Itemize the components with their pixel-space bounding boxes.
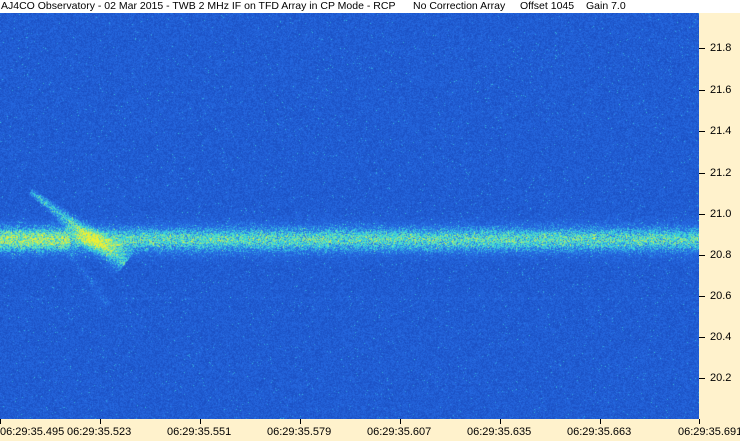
x-tick: [500, 419, 501, 424]
y-tick-label: 20.4: [710, 331, 732, 343]
y-tick: [699, 214, 705, 215]
spectrogram-plot[interactable]: [0, 13, 699, 419]
y-tick: [699, 255, 705, 256]
x-tick-label: 06:29:35.523: [67, 426, 132, 438]
y-tick-label: 20.6: [710, 290, 732, 302]
x-tick: [699, 419, 700, 424]
x-tick-label: 06:29:35.579: [267, 426, 332, 438]
y-tick-label: 20.8: [710, 249, 732, 261]
y-tick-label: 21.2: [710, 167, 732, 179]
y-tick: [699, 48, 705, 49]
y-tick: [699, 296, 705, 297]
x-tick: [100, 419, 101, 424]
header-bar: AJ4CO Observatory - 02 Mar 2015 - TWB 2 …: [0, 0, 740, 13]
gain-label: Gain 7.0: [586, 0, 626, 12]
x-tick: [400, 419, 401, 424]
y-tick-label: 20.2: [710, 372, 732, 384]
observatory-title: AJ4CO Observatory - 02 Mar 2015 - TWB 2 …: [1, 0, 396, 12]
x-tick: [300, 419, 301, 424]
x-tick-label: 06:29:35.495: [0, 426, 65, 438]
y-tick: [699, 378, 705, 379]
x-tick: [0, 419, 1, 424]
y-tick-label: 21.4: [710, 125, 732, 137]
time-axis: 06:29:35.495 06:29:35.523 06:29:35.551 06:2…: [0, 419, 740, 441]
y-tick: [699, 173, 705, 174]
spectrogram-window: AJ4CO Observatory - 02 Mar 2015 - TWB 2 …: [0, 0, 740, 441]
x-tick: [600, 419, 601, 424]
x-tick: [200, 419, 201, 424]
x-tick-label: 06:29:35.551: [167, 426, 232, 438]
x-tick-label: 06:29:35.663: [567, 426, 632, 438]
y-tick-label: 21.0: [710, 208, 732, 220]
y-tick-label: 21.8: [710, 42, 732, 54]
frequency-axis: 21.8 21.6 21.4 21.2 21.0 20.8 20.6 20.4 20.2: [699, 13, 740, 419]
y-tick: [699, 337, 705, 338]
x-tick-label: 06:29:35.607: [367, 426, 432, 438]
y-tick: [699, 131, 705, 132]
correction-label: No Correction Array: [413, 0, 506, 12]
y-tick: [699, 90, 705, 91]
x-tick-label: 06:29:35.691: [678, 426, 740, 438]
y-tick-label: 21.6: [710, 84, 732, 96]
x-tick-label: 06:29:35.635: [467, 426, 532, 438]
offset-label: Offset 1045: [520, 0, 575, 12]
